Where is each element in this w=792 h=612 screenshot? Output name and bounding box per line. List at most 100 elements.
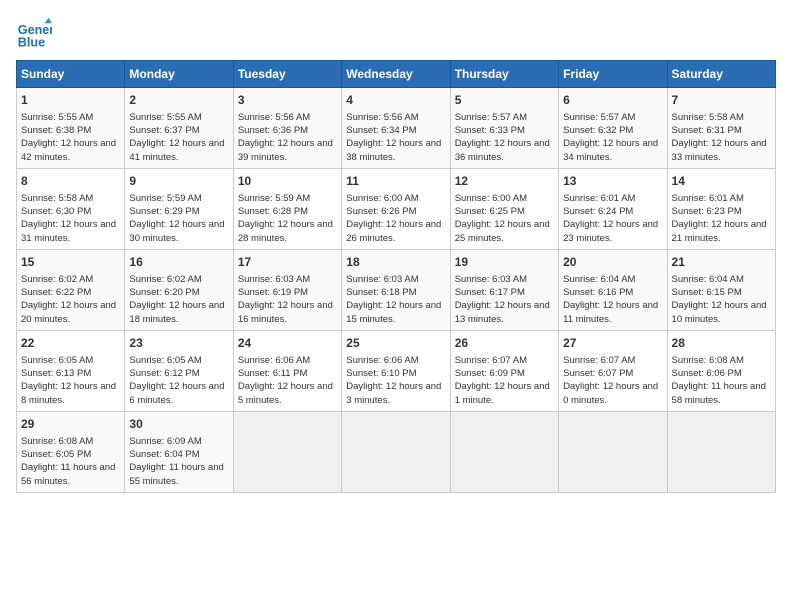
day-number: 18 [346,254,445,271]
daylight: Daylight: 12 hours and 5 minutes. [238,381,333,405]
daylight: Daylight: 12 hours and 31 minutes. [21,219,116,243]
sunrise: Sunrise: 6:07 AM [455,355,527,366]
calendar-cell [342,411,450,492]
sunrise: Sunrise: 6:03 AM [346,274,418,285]
calendar-cell: 8Sunrise: 5:58 AMSunset: 6:30 PMDaylight… [17,168,125,249]
day-number: 6 [563,92,662,109]
daylight: Daylight: 12 hours and 39 minutes. [238,138,333,162]
daylight: Daylight: 12 hours and 21 minutes. [672,219,767,243]
calendar-header-row: SundayMondayTuesdayWednesdayThursdayFrid… [17,61,776,88]
sunset: Sunset: 6:17 PM [455,287,525,298]
sunset: Sunset: 6:06 PM [672,368,742,379]
sunset: Sunset: 6:29 PM [129,206,199,217]
calendar-cell: 12Sunrise: 6:00 AMSunset: 6:25 PMDayligh… [450,168,558,249]
calendar-cell: 5Sunrise: 5:57 AMSunset: 6:33 PMDaylight… [450,88,558,169]
daylight: Daylight: 12 hours and 25 minutes. [455,219,550,243]
day-number: 15 [21,254,120,271]
calendar-table: SundayMondayTuesdayWednesdayThursdayFrid… [16,60,776,493]
calendar-cell: 14Sunrise: 6:01 AMSunset: 6:23 PMDayligh… [667,168,775,249]
day-number: 2 [129,92,228,109]
sunset: Sunset: 6:13 PM [21,368,91,379]
daylight: Daylight: 12 hours and 13 minutes. [455,300,550,324]
sunset: Sunset: 6:11 PM [238,368,308,379]
calendar-cell: 7Sunrise: 5:58 AMSunset: 6:31 PMDaylight… [667,88,775,169]
calendar-cell: 4Sunrise: 5:56 AMSunset: 6:34 PMDaylight… [342,88,450,169]
calendar-week-4: 29Sunrise: 6:08 AMSunset: 6:05 PMDayligh… [17,411,776,492]
calendar-week-2: 15Sunrise: 6:02 AMSunset: 6:22 PMDayligh… [17,249,776,330]
sunset: Sunset: 6:18 PM [346,287,416,298]
day-number: 30 [129,416,228,433]
sunset: Sunset: 6:16 PM [563,287,633,298]
daylight: Daylight: 12 hours and 38 minutes. [346,138,441,162]
daylight: Daylight: 12 hours and 30 minutes. [129,219,224,243]
day-number: 17 [238,254,337,271]
sunrise: Sunrise: 6:05 AM [129,355,201,366]
sunset: Sunset: 6:19 PM [238,287,308,298]
day-number: 10 [238,173,337,190]
calendar-cell: 22Sunrise: 6:05 AMSunset: 6:13 PMDayligh… [17,330,125,411]
sunrise: Sunrise: 6:05 AM [21,355,93,366]
calendar-cell: 10Sunrise: 5:59 AMSunset: 6:28 PMDayligh… [233,168,341,249]
sunrise: Sunrise: 5:56 AM [238,112,310,123]
calendar-cell [233,411,341,492]
sunrise: Sunrise: 6:07 AM [563,355,635,366]
calendar-cell: 13Sunrise: 6:01 AMSunset: 6:24 PMDayligh… [559,168,667,249]
sunset: Sunset: 6:36 PM [238,125,308,136]
day-number: 27 [563,335,662,352]
daylight: Daylight: 12 hours and 10 minutes. [672,300,767,324]
sunrise: Sunrise: 5:59 AM [129,193,201,204]
day-number: 11 [346,173,445,190]
calendar-cell: 21Sunrise: 6:04 AMSunset: 6:15 PMDayligh… [667,249,775,330]
calendar-cell: 17 Sunrise: 6:03 AM Sunset: 6:19 PM Dayligh… [233,249,341,330]
sunrise: Sunrise: 6:03 AM [238,274,310,285]
daylight: Daylight: 12 hours and 42 minutes. [21,138,116,162]
day-number: 1 [21,92,120,109]
sunset: Sunset: 6:04 PM [129,449,199,460]
daylight: Daylight: 12 hours and 33 minutes. [672,138,767,162]
calendar-cell: 1Sunrise: 5:55 AMSunset: 6:38 PMDaylight… [17,88,125,169]
sunset: Sunset: 6:10 PM [346,368,416,379]
calendar-cell: 19Sunrise: 6:03 AMSunset: 6:17 PMDayligh… [450,249,558,330]
sunset: Sunset: 6:23 PM [672,206,742,217]
sunrise: Sunrise: 6:02 AM [21,274,93,285]
daylight: Daylight: 12 hours and 26 minutes. [346,219,441,243]
col-header-saturday: Saturday [667,61,775,88]
sunrise: Sunrise: 5:59 AM [238,193,310,204]
calendar-cell: 18Sunrise: 6:03 AMSunset: 6:18 PMDayligh… [342,249,450,330]
sunset: Sunset: 6:07 PM [563,368,633,379]
sunrise: Sunrise: 6:00 AM [455,193,527,204]
col-header-friday: Friday [559,61,667,88]
day-number: 29 [21,416,120,433]
day-number: 7 [672,92,771,109]
calendar-week-0: 1Sunrise: 5:55 AMSunset: 6:38 PMDaylight… [17,88,776,169]
sunset: Sunset: 6:33 PM [455,125,525,136]
day-number: 22 [21,335,120,352]
daylight: Daylight: 11 hours and 56 minutes. [21,462,115,486]
svg-text:Blue: Blue [18,36,45,50]
day-number: 14 [672,173,771,190]
sunrise: Sunrise: 5:57 AM [455,112,527,123]
calendar-week-1: 8Sunrise: 5:58 AMSunset: 6:30 PMDaylight… [17,168,776,249]
sunset: Sunset: 6:30 PM [21,206,91,217]
day-number: 3 [238,92,337,109]
logo: General Blue [16,16,56,52]
calendar-cell: 11Sunrise: 6:00 AMSunset: 6:26 PMDayligh… [342,168,450,249]
sunrise: Sunrise: 6:09 AM [129,436,201,447]
day-number: 23 [129,335,228,352]
col-header-thursday: Thursday [450,61,558,88]
day-number: 4 [346,92,445,109]
sunset: Sunset: 6:20 PM [129,287,199,298]
calendar-cell: 6Sunrise: 5:57 AMSunset: 6:32 PMDaylight… [559,88,667,169]
sunset: Sunset: 6:12 PM [129,368,199,379]
day-number: 13 [563,173,662,190]
col-header-tuesday: Tuesday [233,61,341,88]
sunrise: Sunrise: 6:02 AM [129,274,201,285]
calendar-cell: 20Sunrise: 6:04 AMSunset: 6:16 PMDayligh… [559,249,667,330]
sunset: Sunset: 6:24 PM [563,206,633,217]
sunrise: Sunrise: 6:06 AM [346,355,418,366]
sunrise: Sunrise: 6:08 AM [21,436,93,447]
sunset: Sunset: 6:28 PM [238,206,308,217]
daylight: Daylight: 12 hours and 16 minutes. [238,300,333,324]
day-number: 25 [346,335,445,352]
sunrise: Sunrise: 5:58 AM [21,193,93,204]
